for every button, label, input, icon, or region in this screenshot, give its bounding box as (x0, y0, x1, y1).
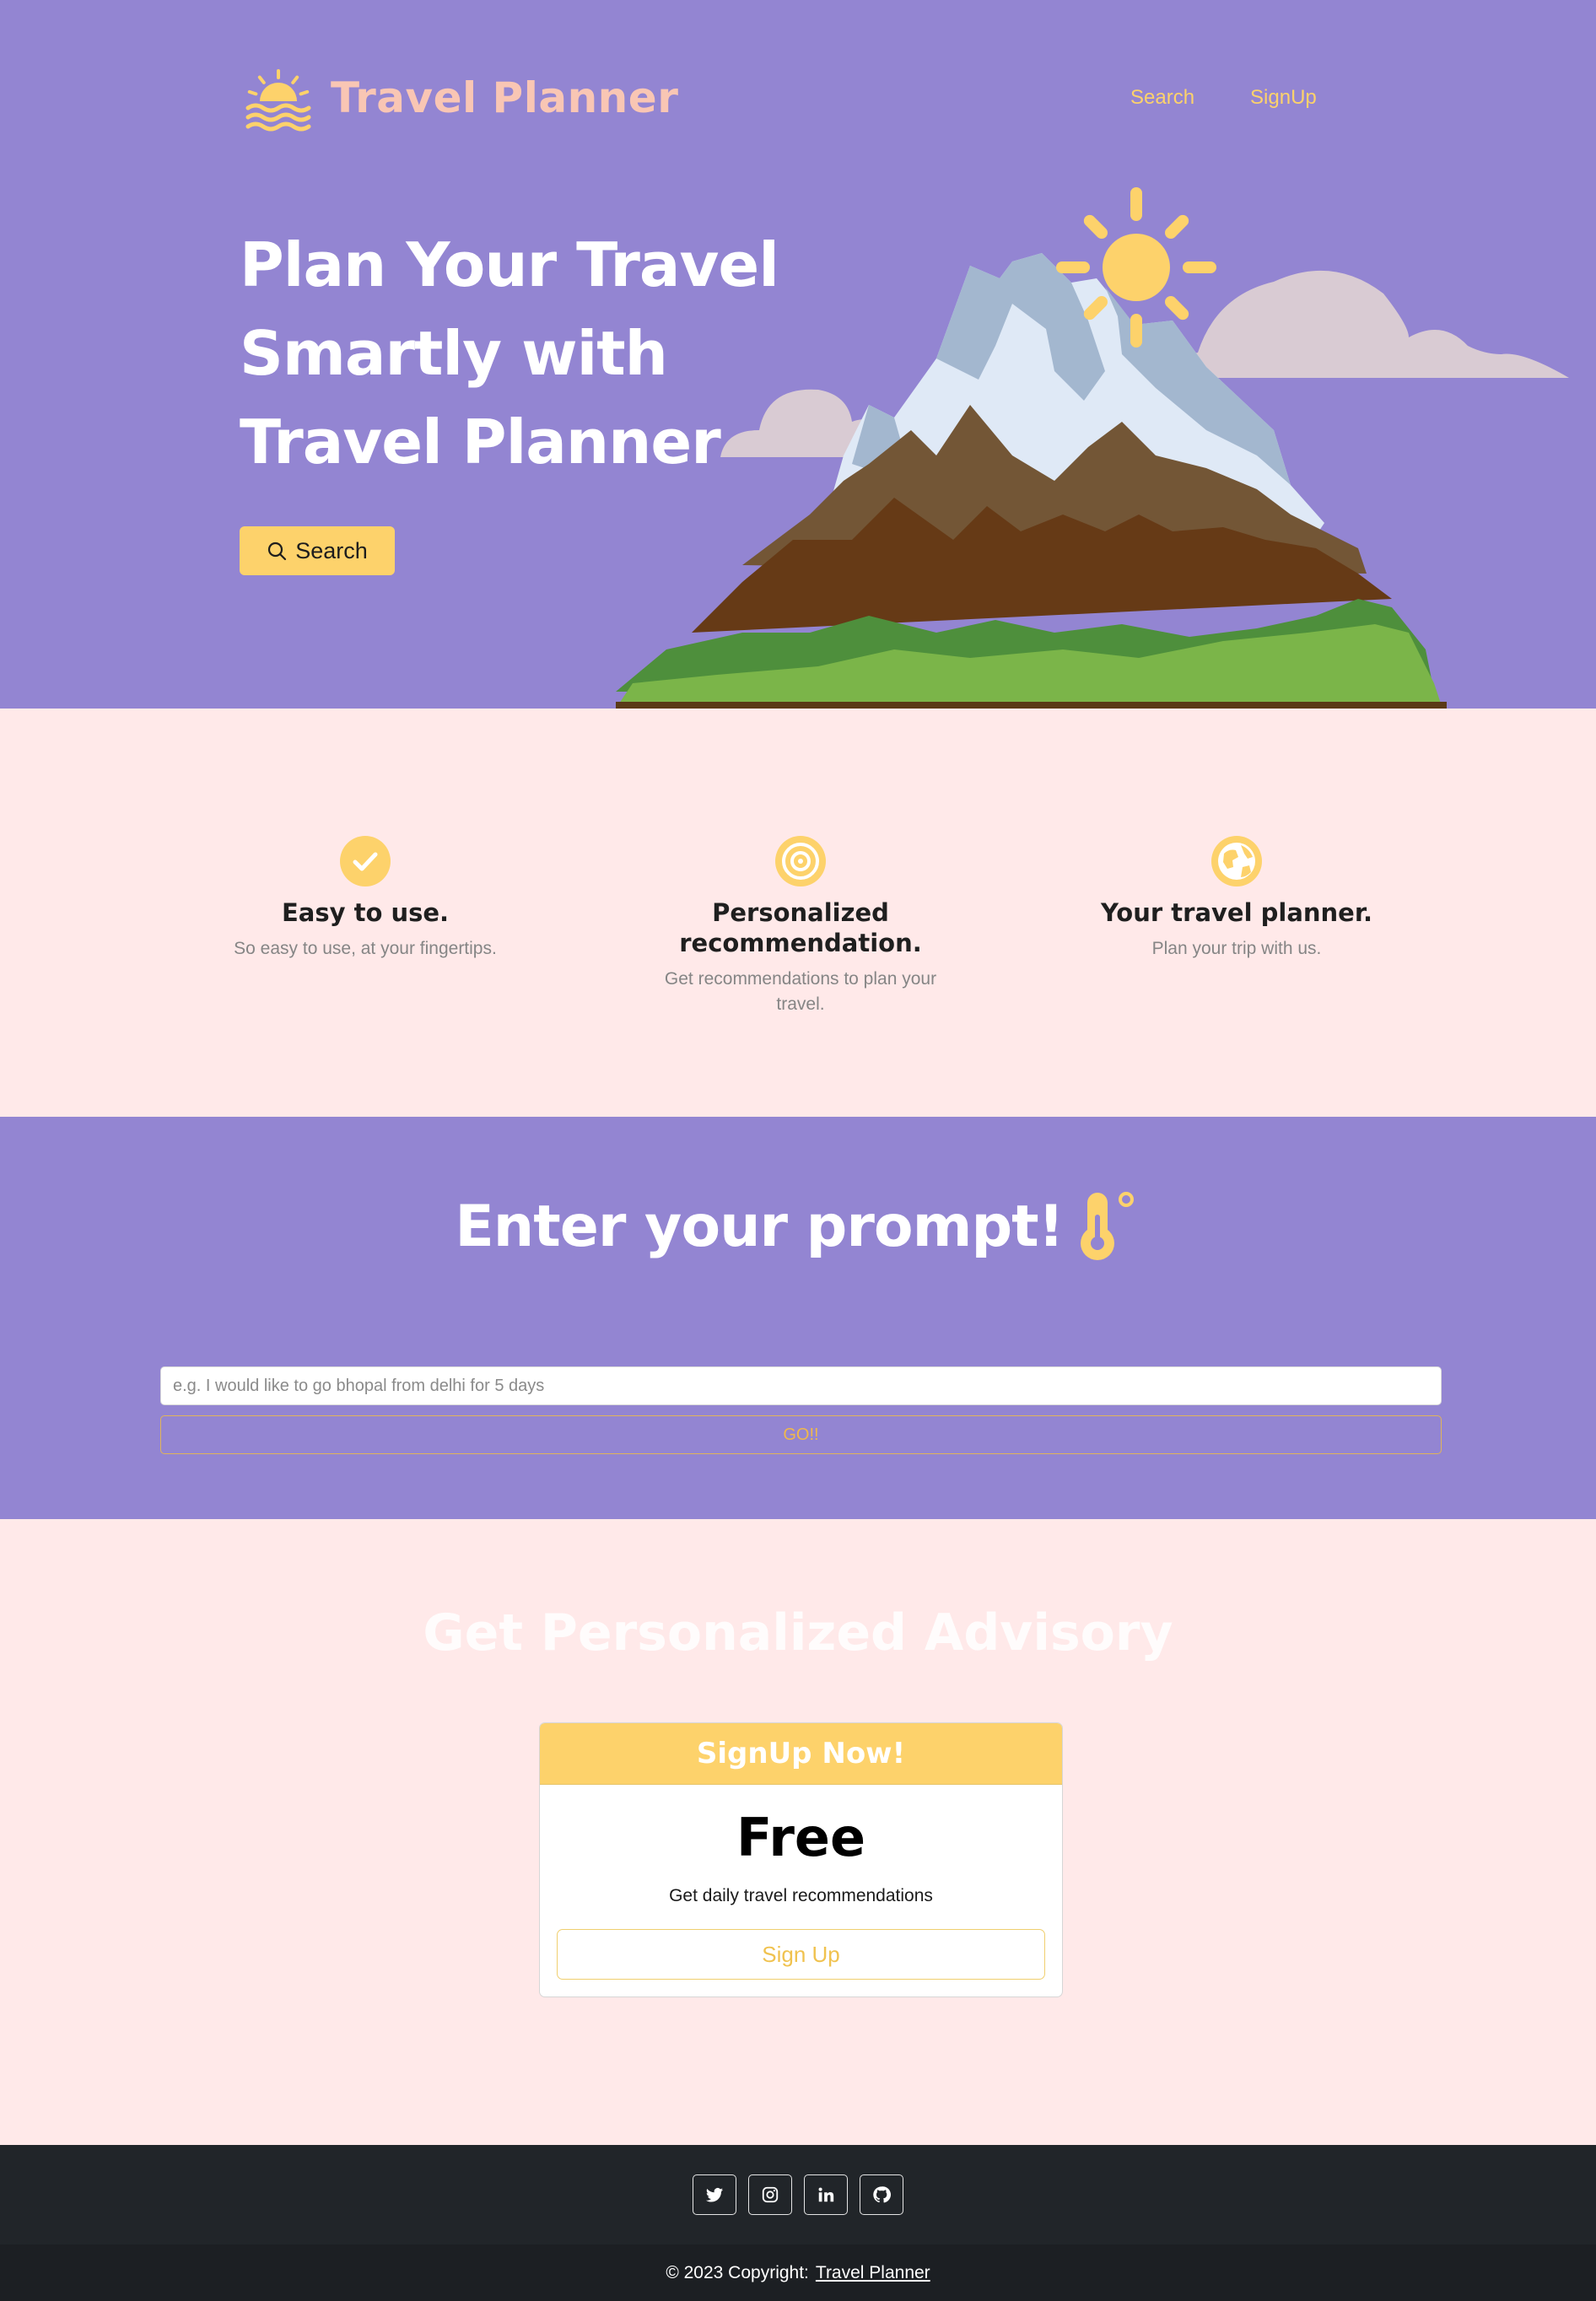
top-nav: Search SignUp (1130, 86, 1317, 110)
advisory-section: Get Personalized Advisory SignUp Now! Fr… (0, 1519, 1596, 2145)
prompt-title: Enter your prompt! (455, 1193, 1064, 1260)
signup-button[interactable]: Sign Up (557, 1929, 1045, 1980)
feature-easy: Easy to use. So easy to use, at your fin… (188, 835, 542, 962)
feature-title: Your travel planner. (1100, 898, 1373, 927)
feature-text: Get recommendations to plan your travel. (664, 969, 937, 1014)
prompt-heading: Enter your prompt! (0, 1191, 1596, 1262)
signup-card: SignUp Now! Free Get daily travel recomm… (539, 1722, 1063, 1997)
github-icon (873, 2186, 891, 2203)
thermometer-icon (1080, 1192, 1134, 1260)
globe-icon (1211, 836, 1262, 886)
feature-text: Plan your trip with us. (1151, 939, 1322, 958)
instagram-button[interactable] (748, 2174, 792, 2215)
check-circle-icon (340, 836, 391, 886)
cloud-right (1166, 270, 1569, 378)
linkedin-button[interactable] (804, 2174, 848, 2215)
card-description: Get daily travel recommendations (669, 1886, 933, 1905)
twitter-icon (705, 2188, 724, 2202)
card-header-label: SignUp Now! (696, 1737, 906, 1770)
feature-title: Easy to use. (281, 898, 450, 927)
footer-copyright: © 2023 Copyright: Travel Planner (0, 2244, 1596, 2301)
brand[interactable]: Travel Planner (245, 64, 678, 132)
hero-search-label: Search (295, 537, 368, 563)
feature-personalized: Personalized recommendation. Get recomme… (623, 835, 978, 1017)
feature-planner: Your travel planner. Plan your trip with… (1060, 835, 1414, 962)
go-button[interactable]: GO!! (160, 1415, 1442, 1454)
github-button[interactable] (860, 2174, 903, 2215)
brand-name: Travel Planner (331, 73, 679, 122)
hero-search-button[interactable]: Search (240, 526, 395, 575)
target-icon (775, 836, 826, 886)
hero-section: Travel Planner Search SignUp Plan Your T… (0, 0, 1596, 709)
nav-link-signup[interactable]: SignUp (1250, 86, 1317, 110)
twitter-button[interactable] (693, 2174, 736, 2215)
advisory-title: Get Personalized Advisory (423, 1603, 1173, 1662)
copyright-text: © 2023 Copyright: (666, 2262, 809, 2282)
features-section: Easy to use. So easy to use, at your fin… (0, 709, 1596, 1117)
footer-social (0, 2145, 1596, 2244)
copyright-link[interactable]: Travel Planner (816, 2263, 930, 2283)
prompt-input[interactable] (160, 1366, 1442, 1405)
card-price: Free (736, 1807, 866, 1868)
prompt-section: Enter your prompt! GO!! (0, 1117, 1596, 1519)
card-header: SignUp Now! (540, 1723, 1062, 1785)
sunrise-icon (245, 69, 311, 132)
feature-text: So easy to use, at your fingertips. (234, 939, 497, 958)
sun-icon (1056, 187, 1216, 348)
linkedin-icon (818, 2187, 834, 2202)
feature-title: Personalized recommendation. (679, 898, 922, 957)
nav-link-search[interactable]: Search (1130, 86, 1194, 110)
instagram-icon (762, 2186, 779, 2203)
search-icon (268, 542, 287, 561)
